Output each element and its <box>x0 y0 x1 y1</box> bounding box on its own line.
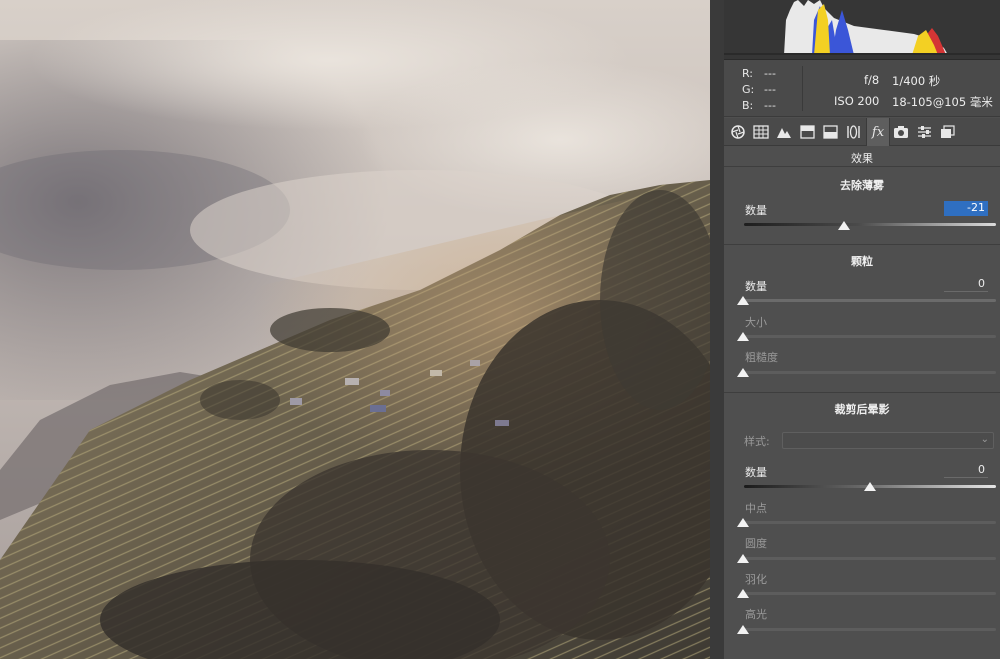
vignette-amount-value[interactable]: 0 <box>944 463 988 478</box>
dehaze-amount-value[interactable]: -21 <box>944 201 988 216</box>
fx-icon[interactable]: fx <box>866 118 890 146</box>
divider <box>724 244 1000 245</box>
develop-panel: R: --- G: --- B: --- f/8 1/400 秒 ISO 200 18… <box>724 0 1000 659</box>
shutter-value: 1/400 秒 <box>892 74 941 88</box>
hsl-icon[interactable] <box>820 122 840 142</box>
camera-icon[interactable] <box>891 122 911 142</box>
vignette-feather-slider[interactable] <box>744 592 996 595</box>
aperture-icon[interactable] <box>728 122 748 142</box>
vignette-section-title[interactable]: 裁剪后晕影 <box>724 401 1000 417</box>
grain-size-label: 大小 <box>745 316 767 329</box>
grid-icon[interactable] <box>751 122 771 142</box>
divider <box>724 166 1000 167</box>
histogram <box>724 0 1000 60</box>
split-icon[interactable] <box>797 122 817 142</box>
vignette-amount-label: 数量 <box>745 466 767 479</box>
vignette-midpoint-slider[interactable] <box>744 521 996 524</box>
presets-icon[interactable] <box>937 122 957 142</box>
image-info: R: --- G: --- B: --- f/8 1/400 秒 ISO 200 18… <box>724 60 1000 117</box>
dehaze-amount-label: 数量 <box>745 204 767 217</box>
iso-value: ISO 200 <box>834 94 880 108</box>
photo-preview[interactable] <box>0 0 710 659</box>
vignette-roundness-thumb[interactable] <box>737 554 749 563</box>
divider <box>724 392 1000 393</box>
vignette-roundness-slider[interactable] <box>744 557 996 560</box>
vignette-style-select[interactable]: 样式: ⌄ <box>744 432 994 449</box>
dehaze-amount-slider[interactable] <box>744 223 996 226</box>
vignette-highlights-thumb[interactable] <box>737 625 749 634</box>
vignette-roundness-label: 圆度 <box>745 537 767 550</box>
vignette-style-dropdown[interactable]: ⌄ <box>782 432 994 449</box>
vignette-midpoint-label: 中点 <box>745 502 767 515</box>
tool-tabs: fx <box>724 118 1000 146</box>
vignette-feather-thumb[interactable] <box>737 589 749 598</box>
vignette-style-label: 样式: <box>744 435 770 448</box>
grain-amount-slider[interactable] <box>744 299 996 302</box>
landscape-image <box>0 0 710 659</box>
grain-amount-thumb[interactable] <box>737 296 749 305</box>
rgb-readout-b: B: --- <box>742 99 776 112</box>
mountain-icon[interactable] <box>774 122 794 142</box>
grain-size-thumb[interactable] <box>737 332 749 341</box>
vignette-highlights-slider[interactable] <box>744 628 996 631</box>
chevron-down-icon: ⌄ <box>980 434 989 445</box>
vignette-midpoint-thumb[interactable] <box>737 518 749 527</box>
panel-divider[interactable] <box>710 0 724 659</box>
grain-amount-value[interactable]: 0 <box>944 277 988 292</box>
grain-roughness-label: 粗糙度 <box>745 351 778 364</box>
lens-value: 18-105@105 毫米 <box>892 95 993 109</box>
sliders-icon[interactable] <box>914 122 934 142</box>
aperture-value: f/8 <box>864 73 880 87</box>
grain-roughness-thumb[interactable] <box>737 368 749 377</box>
vignette-amount-thumb[interactable] <box>864 482 876 491</box>
dehaze-section-title[interactable]: 去除薄雾 <box>724 177 1000 193</box>
vignette-feather-label: 羽化 <box>745 573 767 586</box>
rgb-readout-r: R: --- <box>742 67 776 80</box>
vignette-highlights-label: 高光 <box>745 608 767 621</box>
grain-roughness-slider[interactable] <box>744 371 996 374</box>
rgb-readout-g: G: --- <box>742 83 776 96</box>
effects-panel-title: 效果 <box>851 152 873 165</box>
lens-icon[interactable] <box>843 122 863 142</box>
grain-amount-label: 数量 <box>745 280 767 293</box>
info-separator <box>802 66 803 111</box>
grain-size-slider[interactable] <box>744 335 996 338</box>
dehaze-amount-thumb[interactable] <box>837 221 850 230</box>
grain-section-title[interactable]: 颗粒 <box>724 253 1000 269</box>
